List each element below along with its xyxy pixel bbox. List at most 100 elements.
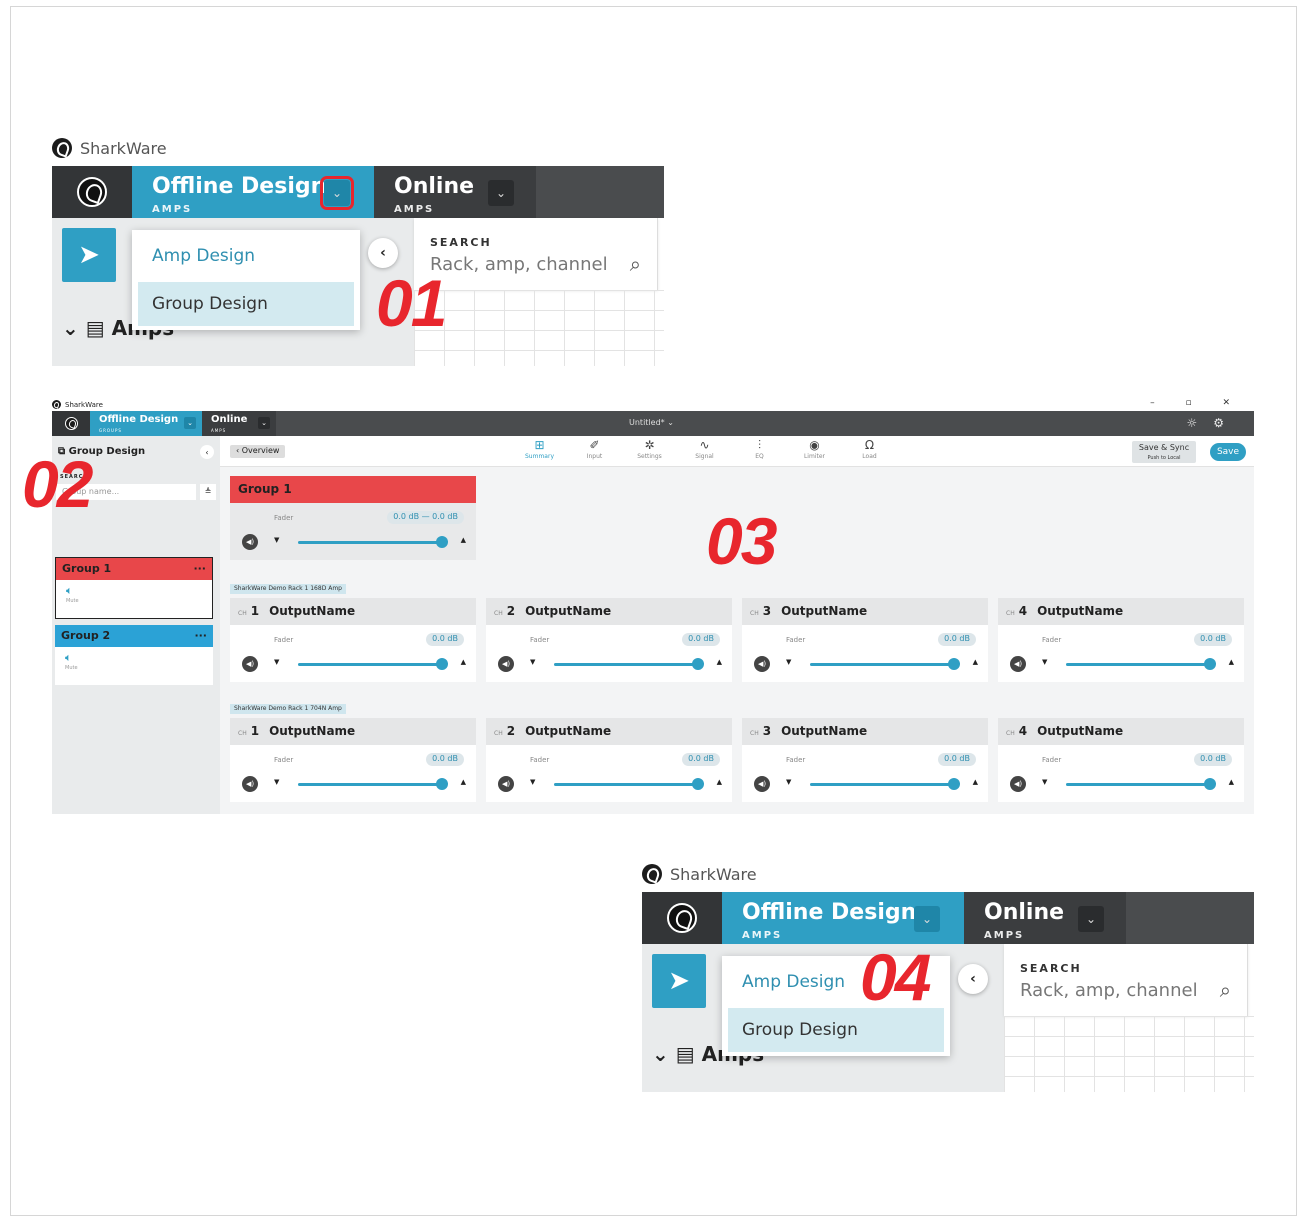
window-controls[interactable]: – ▫ ✕ [1150, 398, 1244, 408]
mute-button[interactable]: ◀) [498, 776, 514, 792]
mute-button[interactable]: ◀) [754, 656, 770, 672]
fader-knob[interactable] [948, 658, 960, 670]
fader-down-icon[interactable]: ▼ [1042, 778, 1047, 786]
channel-name[interactable]: OutputName [525, 724, 611, 738]
fader-track[interactable] [554, 783, 698, 786]
chevron-down-icon[interactable]: ⌄ [488, 180, 514, 206]
mute-button[interactable]: ◀) [242, 656, 258, 672]
gear-icon[interactable]: ⚙ [1213, 416, 1240, 430]
tab-offline-design[interactable]: Offline Design AMPS ⌄ [132, 166, 374, 218]
fader-knob[interactable] [436, 778, 448, 790]
channel-name[interactable]: OutputName [781, 604, 867, 618]
channel-name[interactable]: OutputName [781, 724, 867, 738]
fader-knob[interactable] [436, 658, 448, 670]
more-icon[interactable]: ··· [194, 629, 207, 643]
sort-icon[interactable]: ≜ [200, 484, 216, 500]
search-icon[interactable]: ⌕ [1220, 978, 1231, 1002]
fader-knob[interactable] [1204, 658, 1216, 670]
chevron-down-icon[interactable]: ⌄ [914, 906, 940, 932]
search-input[interactable]: Rack, amp, channel [1020, 980, 1198, 1001]
fader-track[interactable] [298, 663, 442, 666]
fader-track[interactable] [810, 783, 954, 786]
group-card-header[interactable]: Group 2 ··· [55, 625, 213, 647]
fader-track[interactable] [1066, 663, 1210, 666]
back-button[interactable]: ‹ [368, 238, 398, 268]
fader-knob[interactable] [948, 778, 960, 790]
fader-down-icon[interactable]: ▼ [274, 658, 279, 666]
fader-track[interactable] [1066, 783, 1210, 786]
search-icon[interactable]: ⌕ [630, 252, 641, 276]
tab-online[interactable]: Online AMPS ⌄ [374, 166, 536, 218]
mute-button[interactable]: ◀) [498, 656, 514, 672]
tab-summary[interactable]: ⊞ Summary [512, 438, 567, 466]
fader-up-icon[interactable]: ▲ [973, 778, 978, 786]
mute-button[interactable]: ◀) [242, 534, 258, 550]
tab-input[interactable]: ✐ Input [567, 438, 622, 466]
menu-item-amp-design[interactable]: Amp Design [742, 972, 845, 992]
group-mute[interactable]: 🔈︎ Mute [55, 647, 213, 685]
mute-button[interactable]: ◀) [754, 776, 770, 792]
mute-button[interactable]: ◀) [1010, 776, 1026, 792]
chevron-down-icon[interactable]: ⌄ [184, 417, 196, 429]
tab-offline-design[interactable]: Offline Design AMPS ⌄ [722, 892, 964, 944]
save-button[interactable]: Save [1210, 443, 1246, 461]
fader-up-icon[interactable]: ▲ [461, 536, 466, 544]
chevron-down-icon[interactable]: ⌄ [258, 417, 270, 429]
group-card[interactable]: Group 1 ··· 🔈︎ Mute [55, 557, 213, 619]
group-card[interactable]: Group 2 ··· 🔈︎ Mute [55, 625, 213, 685]
channel-name[interactable]: OutputName [1037, 604, 1123, 618]
tab-settings[interactable]: ✲ Settings [622, 438, 677, 466]
select-tool-button[interactable]: ➤ [62, 228, 116, 282]
nav-logo[interactable] [642, 892, 722, 944]
tab-offline-design[interactable]: Offline Design GROUPS ⌄ [90, 411, 202, 436]
group-mute[interactable]: 🔈︎ Mute [56, 580, 212, 618]
fader-up-icon[interactable]: ▲ [717, 658, 722, 666]
search-input[interactable]: Rack, amp, channel [430, 254, 608, 275]
group-card-header[interactable]: Group 1 ··· [56, 558, 212, 580]
overview-button[interactable]: ‹ Overview [230, 445, 286, 458]
collapse-button[interactable]: ‹ [200, 445, 214, 459]
nav-logo[interactable] [52, 411, 90, 436]
fader-up-icon[interactable]: ▲ [461, 778, 466, 786]
fader-down-icon[interactable]: ▼ [786, 658, 791, 666]
fader-up-icon[interactable]: ▲ [461, 658, 466, 666]
channel-name[interactable]: OutputName [1037, 724, 1123, 738]
mute-button[interactable]: ◀) [1010, 656, 1026, 672]
fader-up-icon[interactable]: ▲ [1229, 658, 1234, 666]
channel-name[interactable]: OutputName [269, 724, 355, 738]
chevron-down-icon[interactable]: ⌄ [320, 176, 354, 210]
channel-name[interactable]: OutputName [269, 604, 355, 618]
fader-knob[interactable] [692, 778, 704, 790]
chevron-down-icon[interactable]: ⌄ [1078, 906, 1104, 932]
menu-item-amp-design[interactable]: Amp Design [152, 246, 255, 266]
mute-button[interactable]: ◀) [242, 776, 258, 792]
fader-down-icon[interactable]: ▼ [274, 778, 279, 786]
nav-logo[interactable] [52, 166, 132, 218]
fader-down-icon[interactable]: ▼ [274, 536, 279, 544]
fader-knob[interactable] [436, 536, 448, 548]
sun-icon[interactable]: ☼ [1186, 416, 1213, 430]
fader-knob[interactable] [1204, 778, 1216, 790]
menu-item-group-design[interactable]: Group Design [138, 282, 354, 326]
fader-knob[interactable] [692, 658, 704, 670]
fader-track[interactable] [298, 783, 442, 786]
back-button[interactable]: ‹ [958, 964, 988, 994]
fader-down-icon[interactable]: ▼ [530, 658, 535, 666]
fader-up-icon[interactable]: ▲ [1229, 778, 1234, 786]
select-tool-button[interactable]: ➤ [652, 954, 706, 1008]
fader-down-icon[interactable]: ▼ [1042, 658, 1047, 666]
channel-name[interactable]: OutputName [525, 604, 611, 618]
fader-track[interactable] [554, 663, 698, 666]
fader-track[interactable] [810, 663, 954, 666]
fader-up-icon[interactable]: ▲ [717, 778, 722, 786]
tab-load[interactable]: Ω Load [842, 438, 897, 466]
more-icon[interactable]: ··· [193, 562, 206, 576]
fader-track[interactable] [298, 541, 442, 544]
fader-up-icon[interactable]: ▲ [973, 658, 978, 666]
save-sync-button[interactable]: Save & Sync Push to Local [1132, 441, 1196, 463]
tab-eq[interactable]: ⫶ EQ [732, 438, 787, 466]
tab-online[interactable]: Online AMPS ⌄ [202, 411, 276, 436]
fader-down-icon[interactable]: ▼ [786, 778, 791, 786]
document-title[interactable]: Untitled* ⌄ [629, 418, 674, 427]
menu-item-group-design[interactable]: Group Design [728, 1008, 944, 1052]
